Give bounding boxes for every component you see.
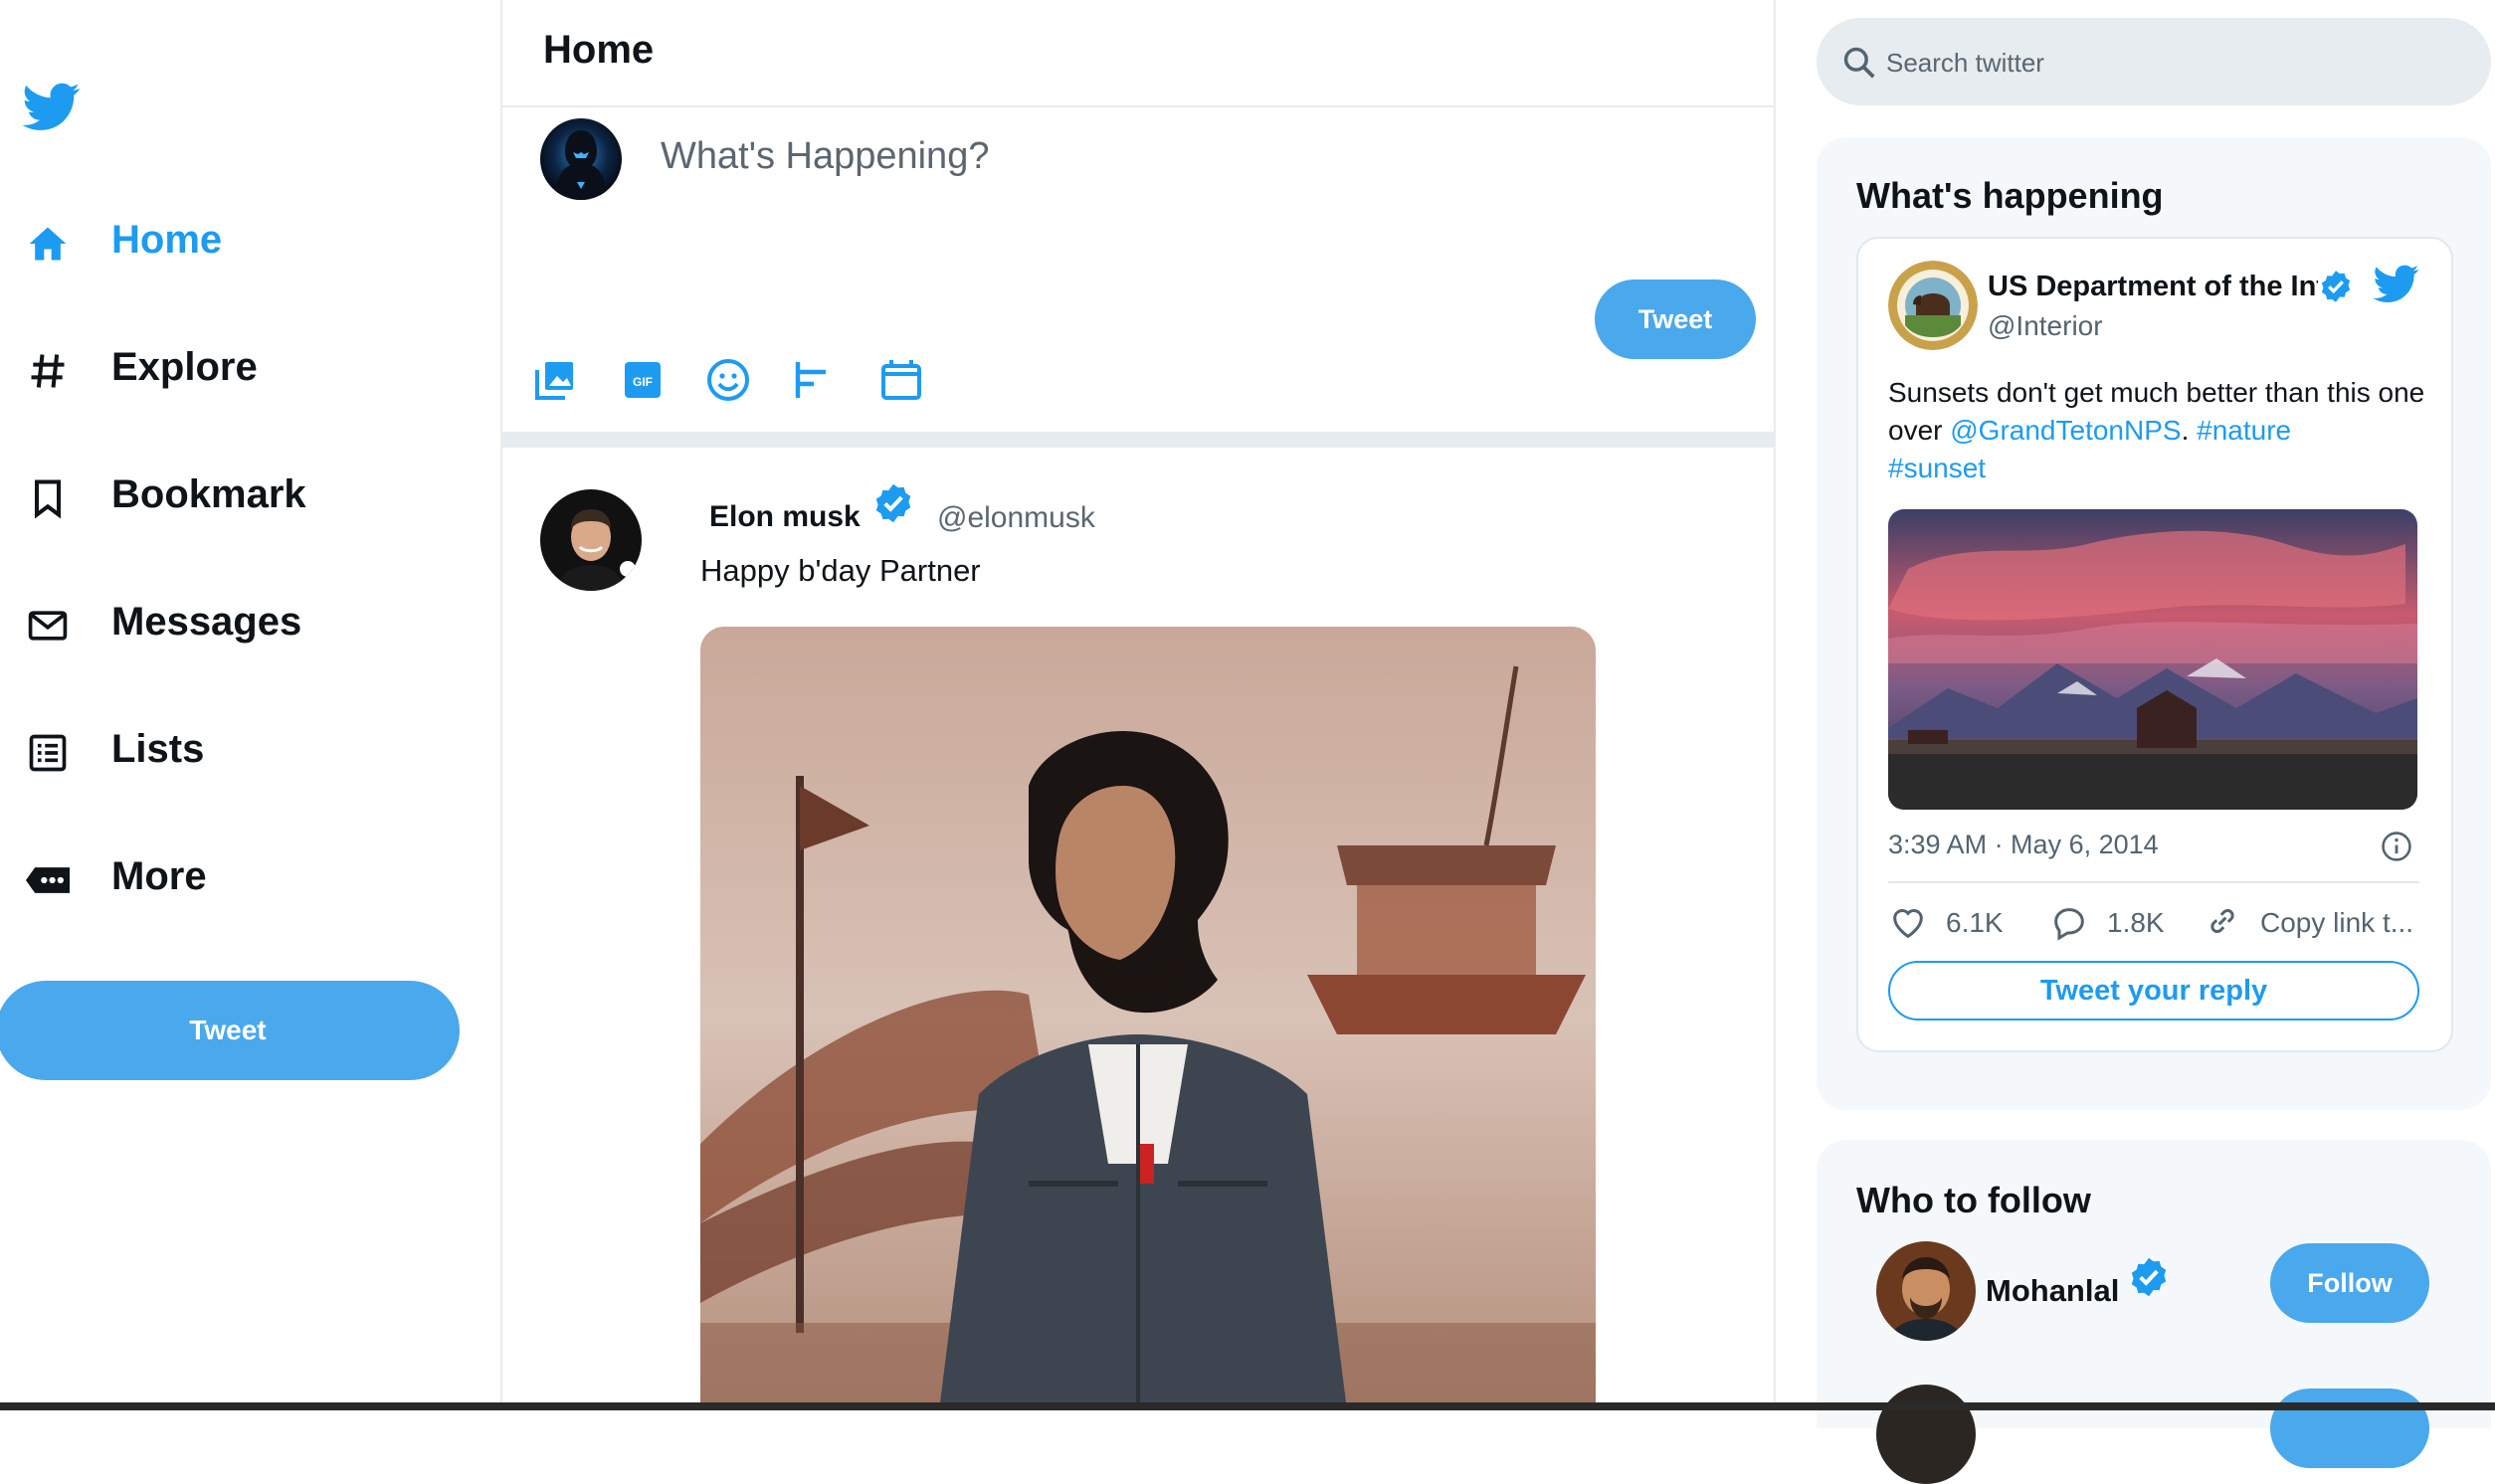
- svg-text:GIF: GIF: [633, 375, 653, 389]
- embed-avatar[interactable]: [1888, 261, 1978, 350]
- bookmark-icon: [26, 476, 70, 520]
- post-author-handle[interactable]: @elonmusk: [937, 501, 1095, 535]
- nav-label-bookmark: Bookmark: [111, 471, 306, 516]
- link-icon[interactable]: [2203, 901, 2242, 941]
- hashtag-icon: [26, 349, 70, 393]
- schedule-icon[interactable]: [877, 356, 925, 404]
- embed-author-handle[interactable]: @Interior: [1988, 310, 2103, 342]
- twitter-bird-icon[interactable]: [2372, 261, 2421, 306]
- copy-link-button[interactable]: Copy link t...: [2260, 907, 2413, 939]
- nav-label-more: More: [111, 853, 207, 898]
- whats-happening-title: What's happening: [1856, 175, 2164, 216]
- post-avatar[interactable]: [540, 489, 642, 591]
- search-icon: [1840, 44, 1878, 82]
- gif-icon[interactable]: GIF: [619, 356, 667, 404]
- reply-icon[interactable]: [2049, 903, 2089, 943]
- embed-author-name[interactable]: US Department of the Interior: [1988, 271, 2318, 303]
- verified-badge-icon: [871, 481, 915, 525]
- left-divider: [500, 0, 502, 1410]
- tweet-reply-button[interactable]: Tweet your reply: [1888, 961, 2419, 1020]
- verified-badge-icon: [2318, 269, 2354, 304]
- user-avatar[interactable]: [540, 118, 622, 200]
- post-author-name[interactable]: Elon musk: [709, 500, 861, 534]
- follow-avatar[interactable]: [1876, 1241, 1976, 1341]
- follow-button[interactable]: Follow: [2270, 1243, 2429, 1323]
- embed-divider: [1888, 881, 2419, 883]
- envelope-icon: [26, 604, 70, 648]
- hashtag-link-sunset[interactable]: #sunset: [1888, 453, 1986, 483]
- follow-account-name[interactable]: Mohanlal: [1986, 1273, 2119, 1309]
- post-text: Happy b'day Partner: [700, 553, 981, 588]
- like-count: 6.1K: [1946, 907, 2004, 938]
- nav-item-bookmark[interactable]: Bookmark: [0, 450, 478, 539]
- nav-item-home[interactable]: Home: [0, 195, 478, 284]
- emoji-icon[interactable]: [704, 356, 752, 404]
- more-icon: [22, 858, 74, 902]
- nav-label-home: Home: [111, 217, 223, 262]
- nav-label-lists: Lists: [111, 726, 205, 771]
- image-icon[interactable]: [531, 356, 579, 404]
- nav-item-more[interactable]: More: [0, 832, 478, 921]
- list-icon: [26, 731, 70, 775]
- nav-item-lists[interactable]: Lists: [0, 704, 478, 794]
- twitter-logo-icon[interactable]: [22, 78, 82, 135]
- embed-tweet-text: Sunsets don't get much better than this …: [1888, 374, 2433, 487]
- search-input[interactable]: [1884, 40, 2445, 86]
- nav-item-messages[interactable]: Messages: [0, 577, 478, 666]
- embed-sunset-image[interactable]: [1888, 509, 2417, 810]
- follow-avatar[interactable]: [1876, 1385, 1976, 1484]
- nav-item-explore[interactable]: Explore: [0, 322, 478, 412]
- mention-link[interactable]: @GrandTetonNPS: [1950, 415, 2181, 446]
- right-divider: [1774, 0, 1776, 1410]
- hashtag-link-nature[interactable]: #nature: [2197, 415, 2291, 446]
- nav-label-messages: Messages: [111, 599, 302, 644]
- window-bottom-edge: [0, 1402, 2495, 1410]
- feed-separator: [502, 432, 1774, 448]
- reply-count: 1.8K: [2107, 907, 2165, 938]
- embed-text-dot: .: [2181, 415, 2198, 446]
- post-image[interactable]: [700, 627, 1596, 1410]
- page-title: Home: [543, 28, 655, 72]
- follow-button[interactable]: [2270, 1389, 2429, 1468]
- compose-tweet-button[interactable]: Tweet: [1595, 279, 1756, 359]
- compose-input[interactable]: What's Happening?: [661, 135, 989, 178]
- info-icon[interactable]: [2380, 830, 2413, 863]
- home-icon: [26, 222, 70, 266]
- embed-timestamp[interactable]: 3:39 AM · May 6, 2014: [1888, 830, 2159, 860]
- who-to-follow-title: Who to follow: [1856, 1180, 2091, 1220]
- heart-icon[interactable]: [1888, 903, 1928, 943]
- nav-label-explore: Explore: [111, 344, 258, 389]
- nav-tweet-button[interactable]: Tweet: [0, 981, 460, 1080]
- home-header: [502, 0, 1774, 107]
- verified-badge-icon: [2127, 1255, 2171, 1299]
- poll-icon[interactable]: [790, 356, 838, 404]
